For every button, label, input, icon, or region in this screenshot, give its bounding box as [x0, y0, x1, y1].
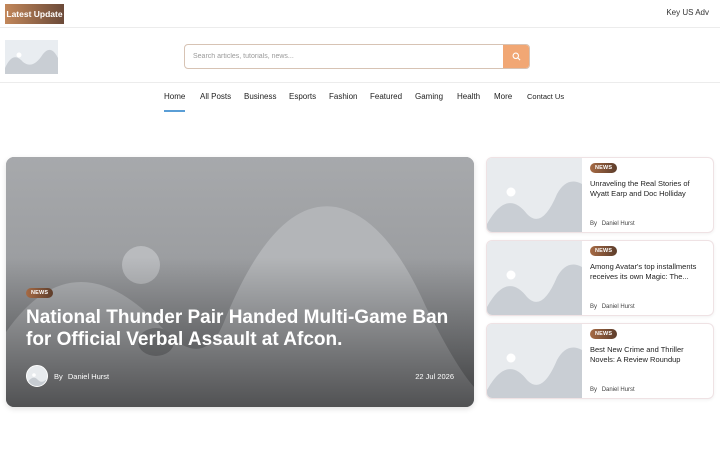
image-placeholder-icon: [487, 241, 582, 315]
by-prefix: By: [590, 387, 598, 393]
author-line: By Daniel Hurst: [590, 387, 635, 393]
latest-update-badge[interactable]: Latest Update: [5, 4, 64, 24]
featured-article-title[interactable]: National Thunder Pair Handed Multi-Game …: [26, 307, 456, 351]
nav-item-contact-us[interactable]: Contact Us: [527, 92, 564, 101]
author-line: By Daniel Hurst: [590, 221, 635, 227]
post-title[interactable]: Best New Crime and Thriller Novels: A Re…: [590, 345, 710, 365]
nav-item-more[interactable]: More: [494, 92, 512, 101]
author-line: By Daniel Hurst: [590, 304, 635, 310]
author-avatar[interactable]: [26, 365, 48, 387]
logo-placeholder-icon: [5, 40, 58, 74]
nav-item-business[interactable]: Business: [244, 92, 276, 101]
category-badge[interactable]: NEWS: [26, 288, 54, 298]
category-badge[interactable]: NEWS: [590, 246, 618, 256]
nav-item-gaming[interactable]: Gaming: [415, 92, 443, 101]
image-placeholder-icon: [487, 324, 582, 398]
header-divider: [0, 82, 720, 83]
search-input[interactable]: [185, 45, 503, 68]
post-thumbnail[interactable]: [487, 158, 582, 232]
top-bar: Latest Update Key US Adv: [0, 0, 720, 28]
post-title[interactable]: Unraveling the Real Stories of Wyatt Ear…: [590, 179, 710, 199]
author-name[interactable]: Daniel Hurst: [602, 221, 635, 227]
by-prefix: By: [590, 304, 598, 310]
by-prefix: By: [590, 221, 598, 227]
author-name[interactable]: Daniel Hurst: [602, 304, 635, 310]
ad-text[interactable]: Key US Adv: [666, 8, 709, 17]
nav-item-featured[interactable]: Featured: [370, 92, 402, 101]
hero-overlay: [6, 157, 474, 407]
category-badge[interactable]: NEWS: [590, 163, 618, 173]
author-line: By Daniel Hurst: [54, 372, 109, 381]
nav-item-all-posts[interactable]: All Posts: [200, 92, 231, 101]
author-name[interactable]: Daniel Hurst: [602, 387, 635, 393]
featured-article[interactable]: NEWS National Thunder Pair Handed Multi-…: [6, 157, 474, 407]
search-icon: [512, 52, 520, 61]
nav-item-fashion[interactable]: Fashion: [329, 92, 357, 101]
author-name[interactable]: Daniel Hurst: [68, 372, 109, 381]
site-logo[interactable]: [5, 40, 58, 74]
post-thumbnail[interactable]: [487, 324, 582, 398]
publish-date: 22 Jul 2026: [415, 372, 454, 381]
nav-item-health[interactable]: Health: [457, 92, 480, 101]
nav-item-esports[interactable]: Esports: [289, 92, 316, 101]
main-nav: Home All Posts Business Esports Fashion …: [0, 92, 720, 112]
nav-item-home[interactable]: Home: [164, 92, 186, 112]
category-badge[interactable]: NEWS: [590, 329, 618, 339]
search-button[interactable]: [503, 45, 529, 68]
side-post-card[interactable]: NEWS Best New Crime and Thriller Novels:…: [486, 323, 714, 399]
image-placeholder-icon: [487, 158, 582, 232]
side-post-card[interactable]: NEWS Among Avatar's top installments rec…: [486, 240, 714, 316]
post-title[interactable]: Among Avatar's top installments receives…: [590, 262, 710, 282]
post-thumbnail[interactable]: [487, 241, 582, 315]
by-prefix: By: [54, 372, 63, 381]
search-bar: [184, 44, 530, 69]
side-post-card[interactable]: NEWS Unraveling the Real Stories of Wyat…: [486, 157, 714, 233]
